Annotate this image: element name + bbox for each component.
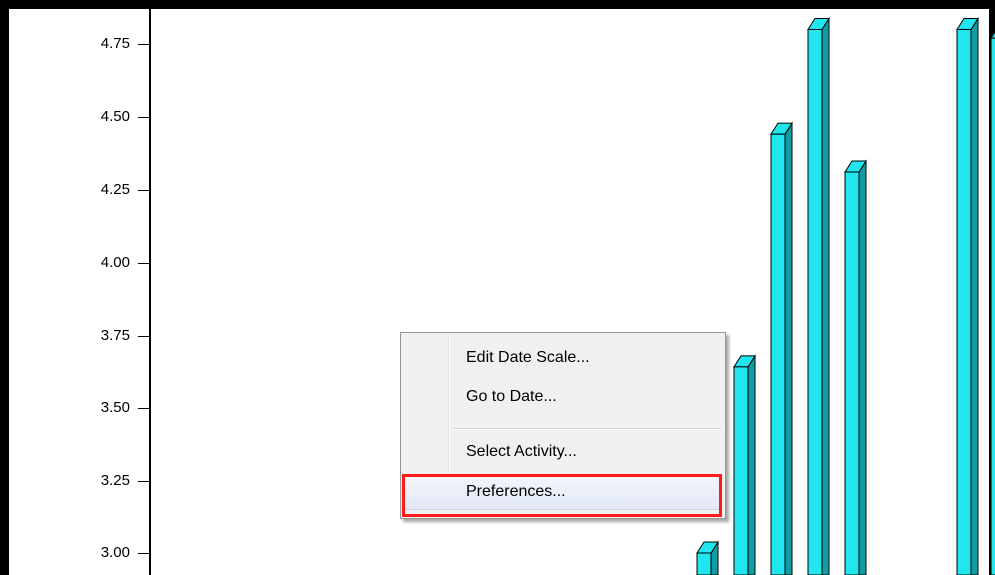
preferences-highlight-box [402,474,722,517]
bar [807,16,830,575]
bar [990,30,995,575]
bar [844,159,867,575]
bar [956,16,979,575]
menu-item-label: Select Activity... [466,443,577,460]
bar [733,354,756,575]
menu-item-label: Go to Date... [466,388,557,405]
bar [696,540,719,575]
menu-item-label: Edit Date Scale... [466,349,590,366]
menu-item-edit-date-scale[interactable]: Edit Date Scale... [404,342,722,376]
menu-separator [453,428,721,430]
bar [770,121,793,575]
menu-item-go-to-date[interactable]: Go to Date... [404,381,722,415]
menu-item-select-activity[interactable]: Select Activity... [404,436,722,470]
